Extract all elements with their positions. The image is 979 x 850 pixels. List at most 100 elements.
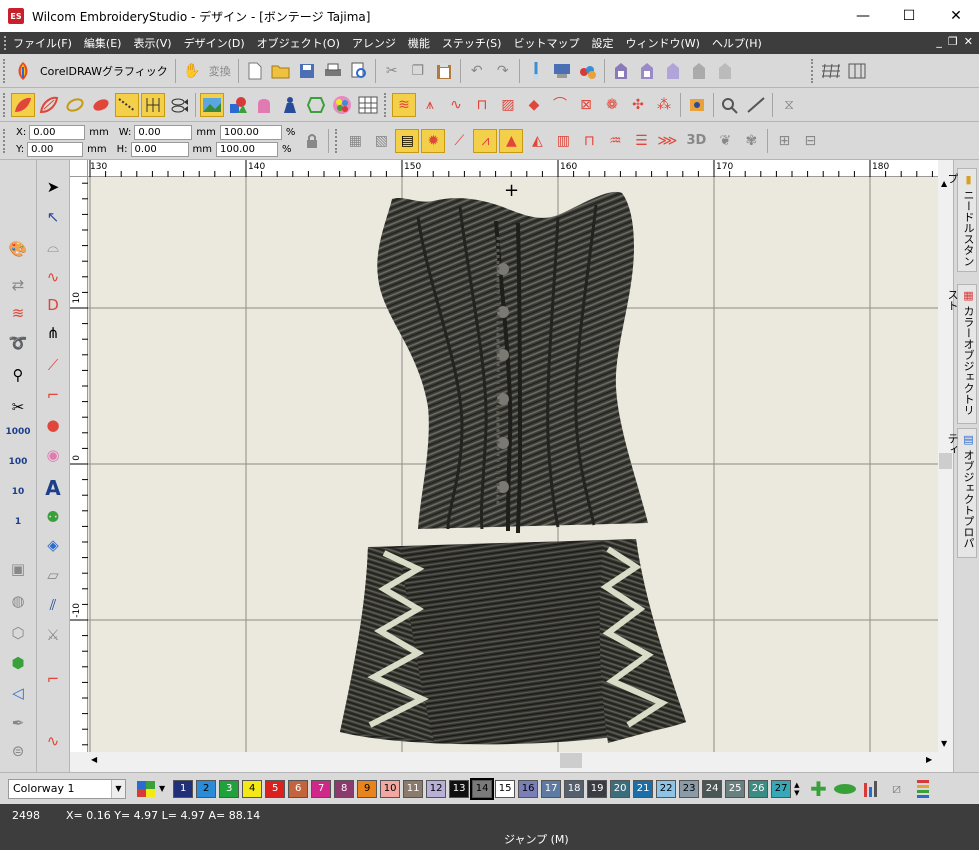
bobbin-icon[interactable]: ⊜ [4, 744, 32, 759]
run-stitch-icon[interactable] [115, 92, 139, 117]
menu-file[interactable]: ファイル(F) [7, 35, 78, 51]
step-stitch-icon[interactable]: ⊓ [470, 93, 494, 117]
fill-curl-icon[interactable]: ❦ [713, 129, 737, 153]
print-icon[interactable] [321, 59, 345, 83]
color-swatch-8[interactable]: 8 [334, 779, 355, 798]
palette-editor-icon[interactable] [134, 777, 158, 801]
wave-stitch-icon[interactable]: ∿ [444, 93, 468, 117]
fill-block-icon[interactable]: ⊓ [577, 129, 601, 153]
polyline-tool-icon[interactable]: ⌐ [39, 388, 67, 403]
arc-fill-icon[interactable]: ⌒ [548, 93, 572, 117]
fill-wedge-icon[interactable]: ◭ [525, 129, 549, 153]
mdi-close-button[interactable]: ✕ [964, 35, 973, 48]
color-dots-icon[interactable] [330, 93, 354, 117]
fill-arrow-icon[interactable]: ⩘ [473, 128, 498, 153]
step-1000-label[interactable]: 1000 [4, 428, 32, 437]
menu-object[interactable]: オブジェクト(O) [251, 35, 346, 51]
hand-applique-icon[interactable] [252, 93, 276, 117]
color-swatch-26[interactable]: 26 [748, 779, 769, 798]
circle-fill-icon[interactable]: ● [39, 418, 67, 433]
wave-tool-icon[interactable]: ∿ [39, 734, 67, 749]
open-folder-icon[interactable] [269, 59, 293, 83]
hoop-icon[interactable] [304, 93, 328, 117]
design-canvas[interactable]: + [88, 177, 938, 752]
color-list-bars-icon[interactable] [911, 777, 935, 801]
scale-x-input[interactable]: 100.00 [219, 124, 282, 140]
tab-needle-stamp[interactable]: ▮ ニードルスタンプ [946, 168, 977, 272]
motif-fill-icon[interactable]: ❁ [600, 93, 624, 117]
figure-icon[interactable] [278, 93, 302, 117]
menu-view[interactable]: 表示(V) [127, 35, 177, 51]
color-swatch-20[interactable]: 20 [610, 779, 631, 798]
menu-settings[interactable]: 設定 [585, 35, 619, 51]
step-10-label[interactable]: 10 [4, 488, 32, 497]
color-swatch-1[interactable]: 1 [173, 779, 194, 798]
node-tool-icon[interactable]: ⋔ [39, 326, 67, 341]
chevron-down-icon[interactable]: ▼ [111, 779, 125, 798]
machine-icon-2[interactable] [635, 59, 659, 83]
zigzag-icon[interactable]: ≋ [4, 306, 32, 321]
menu-design[interactable]: デザイン(D) [178, 35, 251, 51]
scale-y-input[interactable]: 100.00 [216, 141, 279, 157]
wave-fill-icon[interactable]: ⁂ [652, 93, 676, 117]
leaf-fill-icon[interactable] [89, 93, 113, 117]
thread-colors-icon[interactable] [576, 59, 600, 83]
horizontal-scroll-thumb[interactable] [560, 753, 582, 768]
stitch-edit-icon[interactable]: ⌐ [39, 672, 67, 687]
color-swatch-21[interactable]: 21 [633, 779, 654, 798]
horizontal-scrollbar[interactable]: ◀ ▶ [88, 752, 938, 769]
menu-bitmap[interactable]: ビットマップ [507, 35, 585, 51]
auto-digitize-icon[interactable]: 🎨 [4, 242, 32, 257]
toolbar-grip[interactable] [3, 128, 7, 153]
palette-scroll[interactable]: ▲ ▼ [794, 781, 799, 797]
color-swatch-5[interactable]: 5 [265, 779, 286, 798]
tab-object-properties[interactable]: ▤ オブジェクトプロパティ [946, 428, 977, 558]
color-swatch-14[interactable]: 14 [470, 777, 495, 800]
scroll-right-arrow-icon[interactable]: ▶ [926, 755, 932, 764]
machine-icon-3[interactable] [661, 59, 685, 83]
pattern-fill-icon[interactable]: ✣ [626, 93, 650, 117]
color-swatch-10[interactable]: 10 [380, 779, 401, 798]
vertical-scroll-thumb[interactable] [939, 453, 952, 469]
color-swatch-15[interactable]: 15 [495, 779, 516, 798]
save-icon[interactable] [295, 59, 319, 83]
ruler-tool-icon[interactable] [744, 93, 768, 117]
thread-chart-icon[interactable] [859, 777, 883, 801]
circle-cut-icon[interactable]: ◍ [4, 594, 32, 609]
height-input[interactable]: 0.00 [130, 141, 189, 157]
zoom-icon[interactable] [718, 93, 742, 117]
color-swatch-7[interactable]: 7 [311, 779, 332, 798]
scissors-tool-icon[interactable]: ✂ [4, 400, 32, 415]
grid-layout-icon[interactable] [819, 59, 843, 83]
zigzag-stitch-icon[interactable]: ≋ [392, 92, 416, 117]
width-input[interactable]: 0.00 [134, 124, 193, 140]
diagonal-fill-icon[interactable]: ▨ [496, 93, 520, 117]
undo-icon[interactable]: ↶ [465, 59, 489, 83]
3d-effect-button[interactable]: 3D [681, 129, 711, 153]
fill-triangle-icon[interactable]: ▲ [499, 128, 524, 153]
needle-icon[interactable] [524, 59, 548, 83]
color-swatch-9[interactable]: 9 [357, 779, 378, 798]
new-file-icon[interactable] [243, 59, 267, 83]
fill-fan-icon[interactable]: ⟋ [447, 129, 471, 153]
fill-lines-icon[interactable]: ☰ [629, 129, 653, 153]
step-100-label[interactable]: 100 [4, 458, 32, 467]
fill-hatched-icon[interactable]: ▥ [551, 129, 575, 153]
menu-window[interactable]: ウィンドウ(W) [619, 35, 705, 51]
shapes-icon[interactable] [226, 93, 250, 117]
color-swatch-16[interactable]: 16 [518, 779, 539, 798]
mirror-icon[interactable]: ⧖ [777, 93, 801, 117]
diamond-fill-icon[interactable]: ◆ [522, 93, 546, 117]
toolbar-grip[interactable] [3, 92, 7, 117]
reshape-arrow-icon[interactable]: ↖ [39, 210, 67, 225]
machine-icon-4[interactable] [687, 59, 711, 83]
palette-scroll-down-icon[interactable]: ▼ [794, 789, 799, 797]
lettering-icon[interactable]: A [39, 478, 67, 498]
x-position-input[interactable]: 0.00 [29, 124, 86, 140]
coreldraw-graphics-button[interactable]: CorelDRAWグラフィック [40, 63, 168, 79]
menu-help[interactable]: ヘルプ(H) [706, 35, 768, 51]
fish-motif-icon[interactable] [167, 93, 191, 117]
parallel-lines-icon[interactable]: ⫽ [39, 598, 67, 613]
fill-hair-icon[interactable]: ⋙ [655, 129, 679, 153]
spring-icon[interactable]: ➰ [4, 336, 32, 351]
